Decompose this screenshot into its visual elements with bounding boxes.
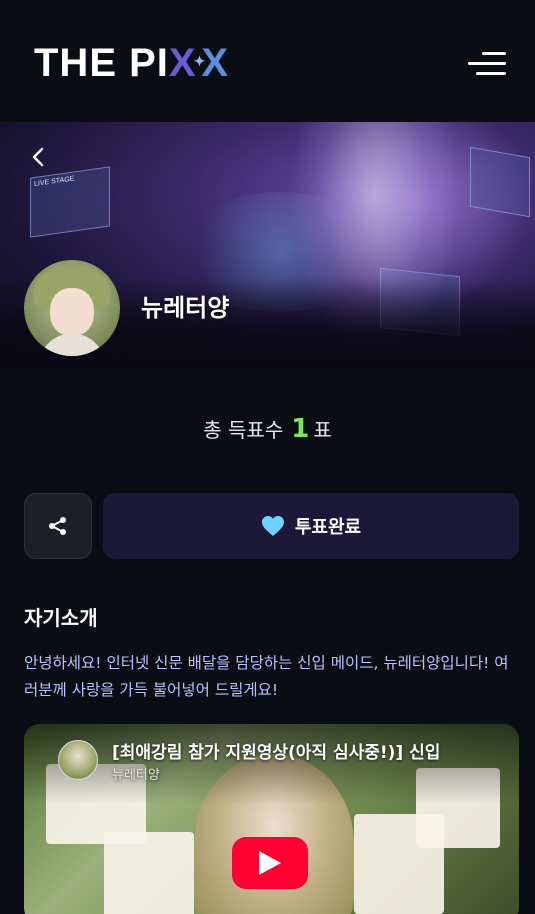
vote-button-label: 투표완료	[294, 517, 362, 538]
stage-screen: LIVE STAGE	[30, 166, 110, 238]
logo-text-main: THE PI	[34, 40, 169, 85]
heart-icon	[261, 516, 284, 536]
sparkle-icon: ✦	[193, 52, 207, 69]
video-thumbnail-card	[354, 814, 444, 914]
share-button[interactable]	[24, 493, 92, 559]
profile-name: 뉴레터양	[141, 294, 230, 322]
channel-avatar[interactable]	[58, 740, 98, 780]
app-header: THE PI X ✦ X	[0, 0, 535, 122]
intro-text: 안녕하세요! 인터넷 신문 배달을 담당하는 신입 메이드, 뉴레터양입니다! …	[24, 654, 509, 699]
share-icon	[49, 517, 66, 535]
vote-count: 총 득표수 1 표	[0, 414, 535, 444]
video-title[interactable]: [최애강림 참가 지원영상(아직 심사중!)] 신입	[112, 738, 512, 763]
logo-x-1: X	[168, 40, 197, 85]
youtube-play-icon[interactable]	[232, 837, 308, 889]
video-embed[interactable]: [최애강림 참가 지원영상(아직 심사중!)] 신입 뉴레터양	[24, 724, 519, 914]
intro-title: 자기소개	[24, 606, 98, 630]
vote-count-number: 1	[291, 414, 310, 444]
the-pixx-logo[interactable]: THE PI X ✦ X	[34, 40, 229, 85]
video-thumbnail-card	[104, 832, 194, 914]
vote-count-prefix: 총 득표수	[203, 418, 284, 442]
stage-screen	[470, 146, 530, 218]
hamburger-menu-icon[interactable]	[464, 48, 506, 80]
avatar	[24, 260, 120, 356]
profile-banner: LIVE STAGE 뉴레터양	[0, 122, 535, 368]
video-channel-name[interactable]: 뉴레터양	[112, 764, 160, 783]
vote-count-suffix: 표	[313, 418, 332, 442]
vote-complete-button[interactable]: 투표완료	[103, 493, 519, 559]
chevron-left-icon[interactable]	[28, 146, 50, 168]
